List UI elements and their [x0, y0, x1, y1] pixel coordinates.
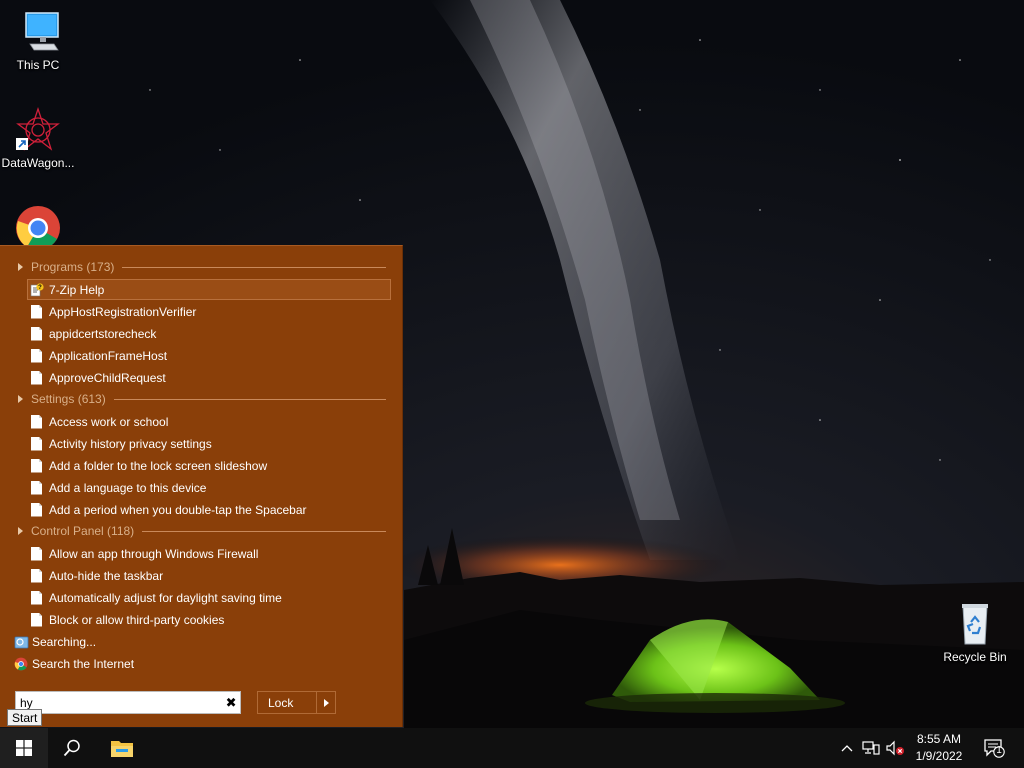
network-button[interactable] [860, 728, 882, 768]
file-explorer-button[interactable] [96, 728, 148, 768]
search-the-internet-item[interactable]: Search the Internet [14, 654, 134, 674]
result-item-label: Activity history privacy settings [49, 436, 212, 451]
expand-arrow-icon [18, 395, 23, 403]
group-divider [122, 266, 386, 268]
help-file-icon: ? [30, 282, 44, 297]
group-header-label: Control Panel (118) [31, 524, 135, 538]
result-item[interactable]: ApplicationFrameHost [27, 345, 391, 366]
result-item-label: 7-Zip Help [49, 282, 105, 297]
document-icon [31, 480, 42, 495]
lock-button[interactable]: Lock [257, 691, 336, 714]
document-icon [31, 458, 42, 473]
result-item-label: Add a folder to the lock screen slidesho… [49, 458, 268, 473]
result-item[interactable]: appidcertstorecheck [27, 323, 391, 344]
document-icon [31, 568, 42, 583]
document-icon [31, 590, 42, 605]
search-input[interactable] [16, 695, 223, 710]
notification-count: 1 [996, 745, 1002, 756]
search-internet-label: Search the Internet [32, 657, 135, 671]
lock-button-label: Lock [268, 695, 294, 710]
network-icon [862, 740, 880, 756]
show-hidden-icons-button[interactable] [838, 728, 856, 768]
chevron-up-icon [841, 744, 853, 752]
result-item[interactable]: Allow an app through Windows Firewall [27, 543, 391, 564]
taskbar: 8:55 AM 1/9/2022 1 [0, 728, 1024, 768]
group-header-label: Settings (613) [31, 392, 106, 406]
volume-button[interactable] [884, 728, 906, 768]
result-item[interactable]: Access work or school [27, 411, 391, 432]
searching-icon [14, 635, 29, 650]
svg-text:?: ? [38, 285, 42, 291]
document-icon [31, 502, 42, 517]
result-item-label: ApproveChildRequest [49, 370, 166, 385]
document-icon [31, 348, 42, 363]
result-item-label: Automatically adjust for daylight saving… [49, 590, 282, 605]
action-center-button[interactable]: 1 [978, 728, 1010, 768]
search-icon [63, 739, 81, 757]
desktop-icon-label: DataWagon... [1, 156, 75, 170]
result-item-label: Block or allow third-party cookies [49, 612, 225, 627]
result-item[interactable]: Add a folder to the lock screen slidesho… [27, 455, 391, 476]
start-button[interactable] [0, 728, 48, 768]
group-header-settings[interactable]: Settings (613) [14, 389, 386, 409]
recycle-bin-icon [951, 600, 999, 648]
result-item-7zip-help[interactable]: ? 7-Zip Help [27, 279, 391, 300]
group-divider [113, 398, 386, 400]
group-header-programs[interactable]: Programs (173) [14, 257, 386, 277]
result-item-label: ApplicationFrameHost [49, 348, 168, 363]
result-item[interactable]: Automatically adjust for daylight saving… [27, 587, 391, 608]
result-item[interactable]: AppHostRegistrationVerifier [27, 301, 391, 322]
document-icon [31, 370, 42, 385]
searching-label: Searching... [32, 635, 97, 649]
datawagon-icon [14, 106, 62, 154]
result-item[interactable]: Add a language to this device [27, 477, 391, 498]
close-icon[interactable]: ✖ [222, 694, 240, 712]
group-header-control-panel[interactable]: Control Panel (118) [14, 521, 386, 541]
document-icon [31, 304, 42, 319]
volume-muted-icon [885, 740, 905, 756]
document-icon [31, 436, 42, 451]
result-item-label: Add a language to this device [49, 480, 207, 495]
clock-time: 8:55 AM [916, 732, 962, 746]
searching-status: Searching... [14, 632, 96, 652]
group-header-label: Programs (173) [31, 260, 115, 274]
desktop-icon-label: Recycle Bin [943, 650, 1007, 664]
result-item[interactable]: Add a period when you double-tap the Spa… [27, 499, 391, 520]
search-box: ✖ [15, 691, 241, 714]
desktop-icon-label: This PC [16, 58, 60, 72]
result-item-label: Access work or school [49, 414, 169, 429]
result-item[interactable]: Activity history privacy settings [27, 433, 391, 454]
result-item-label: Allow an app through Windows Firewall [49, 546, 259, 561]
result-item-label: Add a period when you double-tap the Spa… [49, 502, 307, 517]
document-icon [31, 546, 42, 561]
chevron-right-icon[interactable] [316, 692, 335, 713]
windows-start-icon [16, 740, 32, 756]
start-tooltip: Start [7, 709, 43, 726]
group-divider [142, 530, 386, 532]
document-icon [31, 612, 42, 627]
file-explorer-icon [110, 738, 134, 758]
taskbar-clock[interactable]: 8:55 AM 1/9/2022 [904, 731, 974, 765]
document-icon [31, 326, 42, 341]
desktop-icon-datawagon[interactable]: DataWagon... [0, 106, 76, 170]
result-item[interactable]: ApproveChildRequest [27, 367, 391, 388]
result-item[interactable]: Block or allow third-party cookies [27, 609, 391, 630]
result-item[interactable]: Auto-hide the taskbar [27, 565, 391, 586]
expand-arrow-icon [18, 527, 23, 535]
desktop-icon-recycle-bin[interactable]: Recycle Bin [937, 600, 1013, 664]
clock-date: 1/9/2022 [915, 749, 963, 763]
this-pc-icon [14, 8, 62, 56]
document-icon [31, 414, 42, 429]
result-item-label: Auto-hide the taskbar [49, 568, 164, 583]
result-item-label: appidcertstorecheck [49, 326, 157, 341]
result-item-label: AppHostRegistrationVerifier [49, 304, 197, 319]
chrome-icon [14, 657, 28, 671]
action-center-icon: 1 [983, 738, 1005, 758]
desktop-icon-this-pc[interactable]: This PC [0, 8, 76, 72]
expand-arrow-icon [18, 263, 23, 271]
taskbar-search-button[interactable] [48, 728, 96, 768]
start-menu: Programs (173) ? 7-Zip Help AppHostRegis… [0, 245, 403, 727]
